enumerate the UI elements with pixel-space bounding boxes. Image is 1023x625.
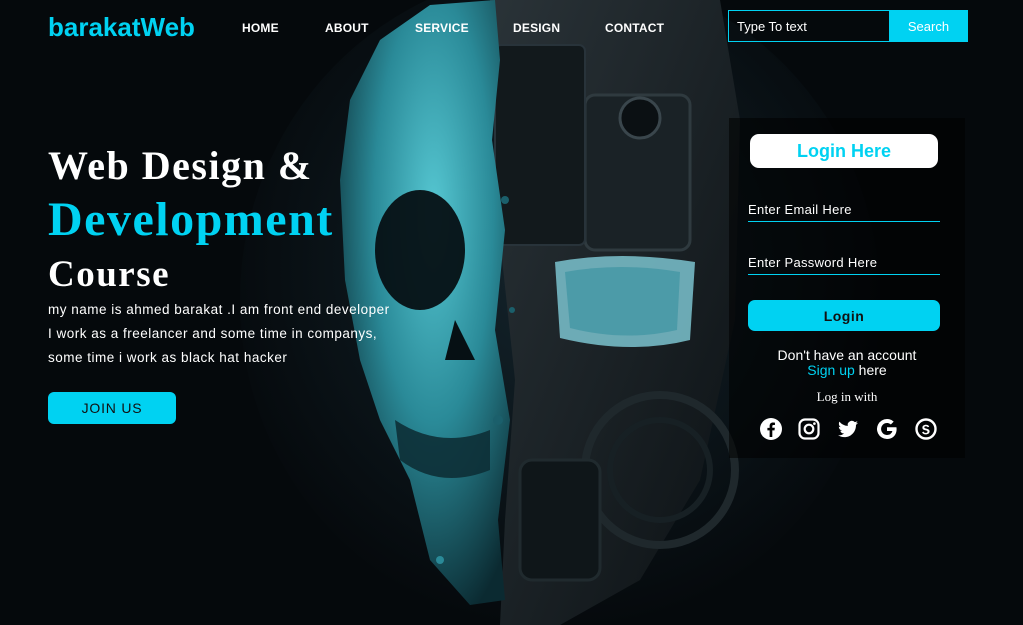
login-with-label: Log in with (816, 389, 878, 404)
nav-service[interactable]: SERVICE (415, 21, 469, 35)
login-card: Login Here Login Don't have an account S… (729, 118, 965, 458)
search-button[interactable]: Search (889, 10, 968, 42)
join-us-button[interactable]: JOIN US (48, 392, 176, 424)
hero-section: Web Design & Development Course my name … (48, 146, 468, 424)
hero-title-line1: Web Design & (48, 143, 313, 188)
social-login-icons (759, 417, 939, 443)
signup-suffix: here (858, 362, 887, 378)
hero-description-line: some time i work as black hat hacker (48, 350, 288, 365)
hero-description-line: I work as a freelancer and some time in … (48, 326, 378, 341)
google-icon[interactable] (875, 417, 899, 441)
hero-title-line3: Course (48, 254, 171, 295)
hero-description-line: my name is ahmed barakat .I am front end… (48, 302, 390, 317)
skype-icon[interactable] (914, 417, 938, 441)
search-input[interactable] (728, 10, 889, 42)
facebook-icon[interactable] (759, 417, 783, 441)
account-text: Don't have an account (777, 347, 917, 363)
signup-prompt: Don't have an account Sign up here (729, 348, 965, 378)
search-bar: Search (728, 10, 968, 42)
hero-description: my name is ahmed barakat .I am front end… (48, 298, 468, 370)
login-title: Login Here (750, 134, 938, 168)
login-button[interactable]: Login (748, 300, 940, 331)
hero-title-line2: Development (48, 193, 334, 246)
nav-design[interactable]: DESIGN (513, 21, 560, 35)
twitter-icon[interactable] (836, 417, 860, 441)
password-field[interactable] (748, 251, 940, 275)
instagram-icon[interactable] (797, 417, 821, 441)
nav-about[interactable]: ABOUT (325, 21, 369, 35)
email-field[interactable] (748, 198, 940, 222)
hero-title: Web Design & Development Course (48, 143, 468, 295)
nav-contact[interactable]: CONTACT (605, 21, 664, 35)
signup-link[interactable]: Sign up (807, 362, 854, 378)
site-logo[interactable]: barakatWeb (48, 12, 195, 43)
nav-home[interactable]: HOME (242, 21, 279, 35)
